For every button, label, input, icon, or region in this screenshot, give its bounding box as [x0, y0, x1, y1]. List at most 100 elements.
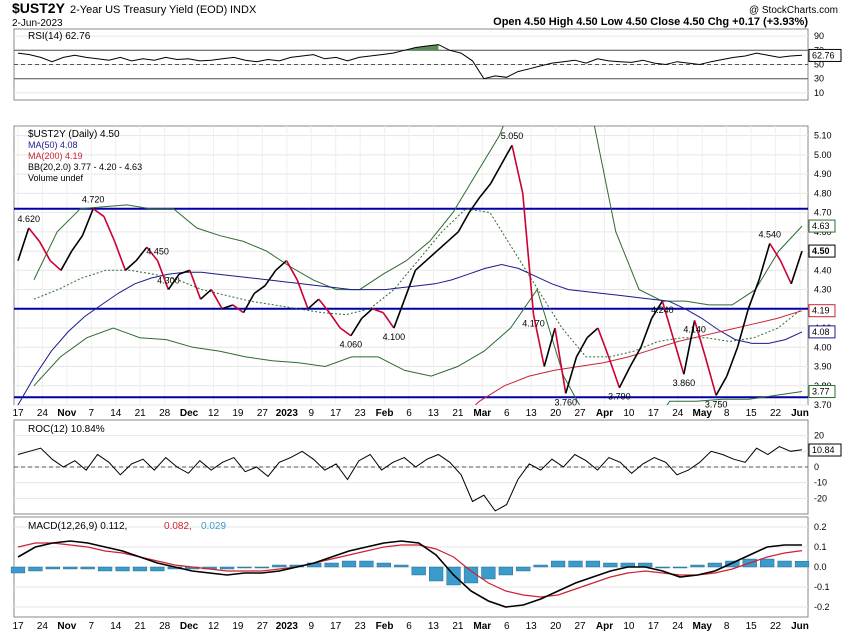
macd-histogram-bar — [28, 566, 43, 572]
x-axis-label: 21 — [452, 408, 464, 419]
macd-histogram-bar — [98, 566, 113, 572]
ma200-legend: MA(200) 4.19 — [28, 151, 83, 161]
price-segment — [425, 250, 438, 262]
bb-upper-line — [33, 126, 803, 306]
price-segment — [468, 196, 481, 214]
macd-histogram-bar — [219, 566, 235, 570]
price-segment — [264, 269, 277, 287]
macd-histogram-bar — [533, 564, 548, 568]
roc-line — [17, 446, 803, 512]
macd-histogram-bar — [45, 566, 60, 570]
x-axis-label: 6 — [504, 621, 510, 632]
macd-histogram-bar — [63, 566, 78, 570]
macd-histogram-bar — [725, 560, 740, 568]
rsi-legend: RSI(14) 62.76 — [28, 31, 91, 42]
x-axis-label: 7 — [89, 621, 95, 632]
price-segment — [103, 216, 116, 242]
x-axis-label: 19 — [232, 408, 244, 419]
price-tick-label: 5.00 — [814, 150, 832, 160]
x-axis-label: 13 — [526, 408, 538, 419]
x-axis-label: 17 — [12, 408, 24, 419]
x-axis-label: Nov — [57, 621, 76, 632]
price-tick-label: 4.00 — [814, 342, 832, 352]
roc-value-text: 10.84 — [812, 445, 835, 455]
x-axis-label: 17 — [648, 408, 660, 419]
x-axis-label: 13 — [428, 408, 440, 419]
price-segment — [307, 298, 320, 310]
price-tick-label: 4.80 — [814, 188, 832, 198]
price-annotation: 4.100 — [383, 332, 406, 342]
x-axis-label: Apr — [596, 621, 613, 632]
price-segment — [457, 212, 470, 233]
x-axis-label: 22 — [770, 408, 782, 419]
x-axis-label: 12 — [208, 621, 220, 632]
price-annotation: 3.860 — [673, 378, 696, 388]
price-segment — [672, 337, 685, 375]
price-segment — [554, 327, 567, 394]
exchange: INDX — [230, 4, 257, 16]
price-badge-text: 4.19 — [812, 306, 830, 316]
x-axis-label: 15 — [746, 621, 758, 632]
x-axis-label: 28 — [159, 621, 171, 632]
x-axis-label: 9 — [308, 408, 314, 419]
x-axis-label: Feb — [376, 621, 394, 632]
x-axis-label: Mar — [473, 408, 491, 419]
price-segment — [318, 298, 331, 314]
x-axis-label: 14 — [110, 408, 122, 419]
x-axis-label: May — [693, 621, 713, 632]
macd-legend: MACD(12,26,9) 0.112, — [28, 521, 127, 532]
rsi-value-text: 62.76 — [812, 50, 835, 60]
watermark: @ StockCharts.com — [749, 5, 838, 16]
x-axis-label: 24 — [37, 408, 49, 419]
macd-tick-label: -0.1 — [814, 582, 830, 592]
macd-histogram-bar — [516, 566, 531, 572]
macd-histogram-bar — [498, 566, 513, 576]
price-segment — [393, 298, 406, 329]
x-axis-label: 12 — [208, 408, 220, 419]
price-segment — [564, 356, 578, 394]
macd-histogram-bar — [10, 566, 26, 574]
x-axis-label: 15 — [746, 408, 758, 419]
symbol: $UST2Y — [12, 0, 66, 16]
price-segment — [704, 356, 717, 396]
roc-legend: ROC(12) 10.84% — [28, 424, 105, 435]
stock-chart: $UST2Y 2-Year US Treasury Yield (EOD) IN… — [10, 0, 842, 632]
macd-histogram-bar — [237, 566, 252, 569]
price-annotation: 4.240 — [651, 305, 674, 315]
x-axis-label: 6 — [406, 621, 412, 632]
macd-histogram-bar — [359, 560, 374, 568]
price-badge-text: 4.50 — [812, 246, 830, 256]
x-axis-label: 20 — [550, 408, 562, 419]
macd-histogram-bar — [272, 564, 287, 568]
price-segment — [479, 183, 492, 198]
x-axis-label: Dec — [180, 408, 199, 419]
price-segment — [275, 260, 288, 271]
price-annotation: 4.450 — [146, 247, 169, 257]
rsi-tick-label: 90 — [814, 31, 824, 41]
grid — [14, 35, 808, 608]
series-layer — [10, 44, 810, 608]
x-axis-label: 19 — [232, 621, 244, 632]
x-axis-label: 23 — [355, 621, 367, 632]
price-segment — [17, 227, 30, 261]
price-segment — [135, 246, 148, 262]
price-tick-label: 3.90 — [814, 362, 832, 372]
macd-histogram-bar — [481, 566, 496, 580]
price-segment — [447, 231, 459, 243]
x-axis-label: 2023 — [276, 621, 299, 632]
price-annotation: 3.760 — [554, 397, 577, 407]
macd-histogram-bar — [672, 566, 688, 569]
price-tick-label: 3.70 — [814, 400, 832, 410]
macd-tick-label: 0.1 — [814, 542, 827, 552]
x-axis-label: 6 — [504, 408, 510, 419]
macd-histogram-bar — [707, 562, 722, 568]
price-segment — [189, 270, 202, 300]
price-segment — [640, 318, 653, 348]
macd-hist-value: 0.029 — [201, 521, 226, 532]
ohlc-summary: Open 4.50 High 4.50 Low 4.50 Close 4.50 … — [493, 16, 808, 28]
x-axis-label: 9 — [308, 621, 314, 632]
macd-histogram-bar — [411, 566, 426, 576]
price-segment — [629, 346, 642, 367]
x-axis-label: Mar — [473, 621, 491, 632]
macd-histogram-bar — [394, 564, 409, 568]
